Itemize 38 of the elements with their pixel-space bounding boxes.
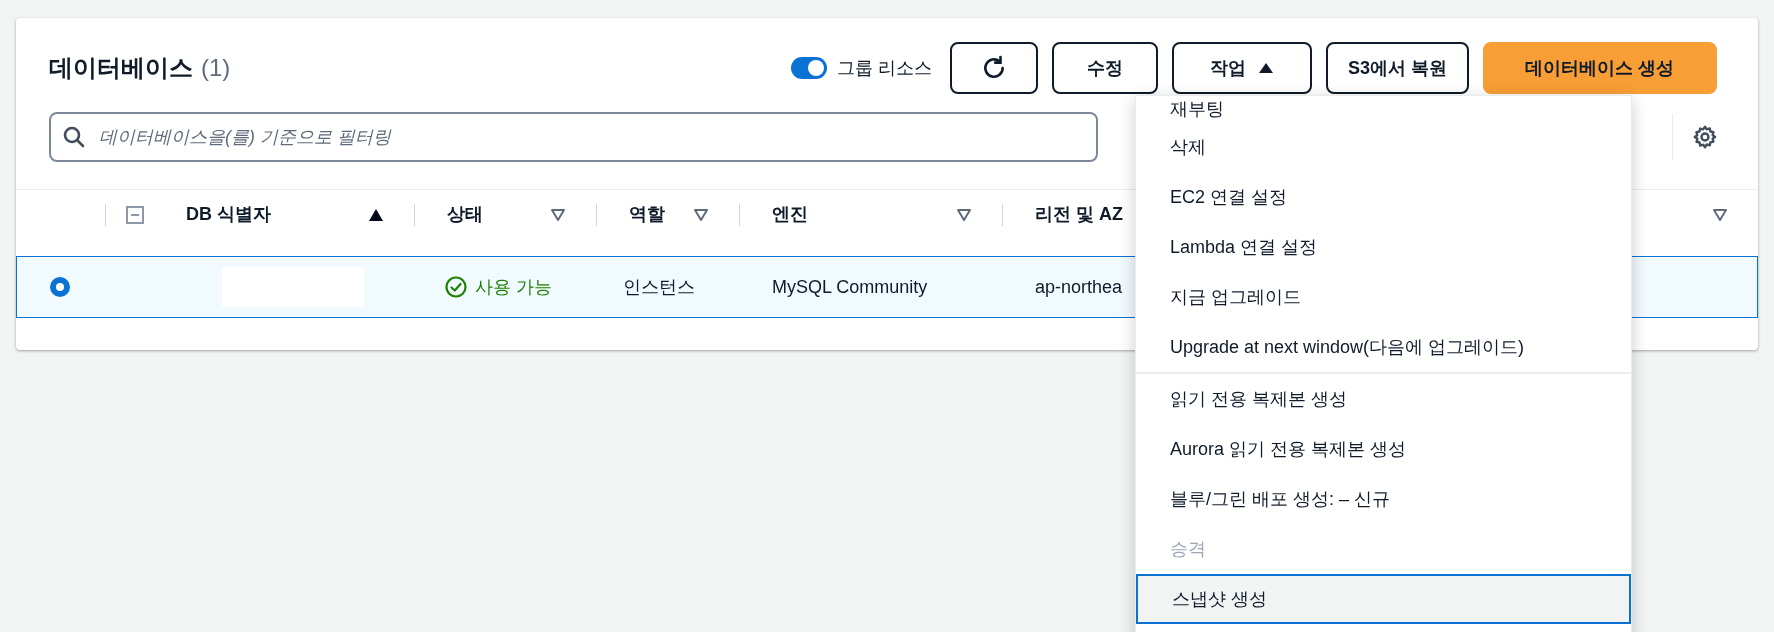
menu-item[interactable]: 재부팅 bbox=[1136, 96, 1631, 122]
menu-item[interactable]: 블루/그린 배포 생성: – 신규 bbox=[1136, 474, 1631, 524]
caret-up-icon bbox=[1257, 62, 1274, 74]
actions-dropdown-button[interactable]: 작업 bbox=[1171, 42, 1312, 94]
column-header: 엔진 bbox=[772, 203, 808, 226]
collapse-icon[interactable] bbox=[126, 205, 144, 224]
sort-icon[interactable] bbox=[956, 207, 972, 222]
database-count: (1) bbox=[201, 53, 231, 83]
refresh-button[interactable] bbox=[949, 42, 1038, 94]
column-header: 상태 bbox=[447, 203, 483, 226]
table-cell: ap-northea bbox=[1035, 276, 1123, 297]
menu-item[interactable]: 삭제 bbox=[1136, 122, 1631, 172]
search-field[interactable]: 데이터베이스을(를) 기준으로 필터링 bbox=[49, 112, 1098, 162]
column-header: DB 식별자 bbox=[186, 203, 271, 226]
menu-item[interactable]: 스냅샷 생성 bbox=[1136, 574, 1631, 624]
action-button[interactable]: 수정 bbox=[1051, 42, 1158, 94]
settings-icon[interactable] bbox=[1692, 124, 1718, 150]
panel-title: 데이터베이스 bbox=[49, 53, 193, 83]
menu-item[interactable]: 읽기 전용 복제본 생성 bbox=[1136, 374, 1631, 424]
create-database-button[interactable]: 데이터베이스 생성 bbox=[1483, 42, 1717, 94]
group-resources-toggle[interactable] bbox=[790, 57, 827, 79]
action-button[interactable]: S3에서 복원 bbox=[1325, 42, 1469, 94]
menu-item[interactable]: Upgrade at next window(다음에 업그레이드) bbox=[1136, 322, 1631, 372]
status-text: 사용 가능 bbox=[475, 275, 552, 299]
table-cell-text: 인스턴스 bbox=[622, 275, 696, 299]
check-circle-icon bbox=[445, 276, 467, 298]
column-header: 역할 bbox=[629, 203, 665, 226]
sort-icon[interactable] bbox=[550, 207, 566, 222]
column-header: 리전 및 AZ bbox=[1035, 203, 1123, 226]
menu-item[interactable]: Aurora 읽기 전용 복제본 생성 bbox=[1136, 424, 1631, 474]
sort-ascending-icon[interactable] bbox=[368, 207, 384, 222]
table-cell-text: MySQL Community bbox=[771, 275, 929, 299]
sort-icon[interactable] bbox=[693, 207, 709, 222]
sort-icon[interactable] bbox=[1712, 207, 1728, 222]
search-icon bbox=[62, 125, 86, 149]
group-resources-label: 그룹 리소스 bbox=[836, 56, 932, 80]
row-radio[interactable] bbox=[50, 277, 70, 297]
menu-item[interactable]: EC2 연결 설정 bbox=[1136, 172, 1631, 222]
